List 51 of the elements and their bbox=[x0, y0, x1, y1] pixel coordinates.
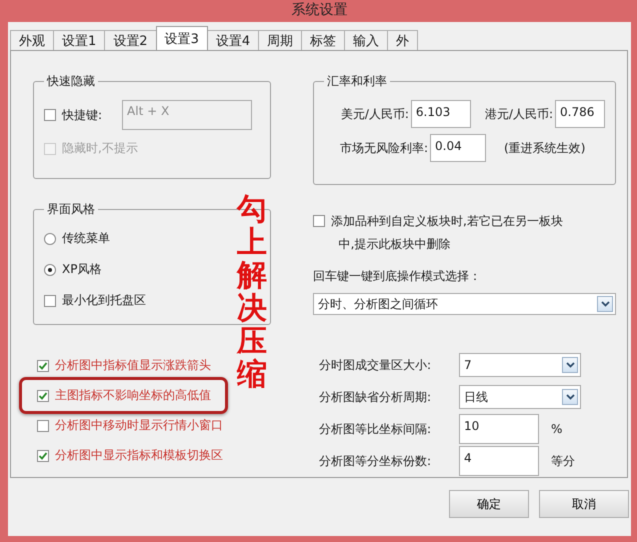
checkbox[interactable] bbox=[37, 420, 49, 432]
checkbox[interactable] bbox=[44, 294, 56, 306]
checkbox[interactable] bbox=[44, 109, 56, 121]
tab[interactable]: 周期 bbox=[258, 30, 302, 50]
checkbox-label: 最小化到托盘区 bbox=[62, 292, 146, 309]
annotation-text: 勾上解决压缩 bbox=[237, 193, 267, 391]
group-title: 汇率和利率 bbox=[326, 73, 388, 90]
checkbox-label: 主图指标不影响坐标的高低值 bbox=[55, 387, 211, 404]
radio-label: XP风格 bbox=[62, 261, 102, 278]
checkbox-label: 隐藏时,不提示 bbox=[62, 140, 138, 157]
checkbox-label: 快捷键: bbox=[62, 106, 102, 124]
checkbox-label: 添加品种到自定义板块时,若它已在另一板块 中,提示此板块中删除 bbox=[331, 213, 563, 253]
tab[interactable]: 标签 bbox=[301, 30, 346, 50]
group-title: 快速隐藏 bbox=[46, 73, 96, 90]
field-label: 分析图等分坐标份数: bbox=[319, 452, 432, 470]
tab[interactable]: 外 bbox=[387, 30, 418, 50]
tab[interactable]: 输入 bbox=[344, 30, 388, 50]
field-label: 分时图成交量区大小: bbox=[319, 356, 432, 374]
field-label: 回车键一键到底操作模式选择： bbox=[313, 268, 482, 285]
checkbox[interactable] bbox=[313, 215, 325, 227]
input-field[interactable]: 0.786 bbox=[555, 100, 605, 128]
field-label: 分析图等比坐标间隔: bbox=[319, 420, 432, 438]
field-label: 分析图缺省分析周期: bbox=[319, 388, 432, 406]
ok-button[interactable]: 确定 bbox=[449, 490, 529, 518]
radio-label: 传统菜单 bbox=[62, 230, 110, 247]
note-text: (重进系统生效) bbox=[504, 140, 586, 156]
input-field[interactable]: 4 bbox=[459, 446, 539, 476]
checkbox[interactable] bbox=[37, 360, 49, 372]
tab[interactable]: 外观 bbox=[10, 30, 54, 50]
dropdown[interactable]: 日线 bbox=[459, 385, 581, 409]
checkbox[interactable] bbox=[37, 450, 49, 462]
radio-button[interactable] bbox=[44, 264, 56, 276]
mode-dropdown[interactable]: 分时、分析图之间循环 bbox=[313, 293, 616, 315]
radio-button[interactable] bbox=[44, 232, 56, 244]
checkbox-label: 分析图中显示指标和模板切换区 bbox=[55, 447, 223, 464]
input-field[interactable]: 6.103 bbox=[410, 100, 471, 128]
checkbox-label: 分析图中指标值显示涨跌箭头 bbox=[55, 357, 211, 374]
unit-label: 等分 bbox=[551, 452, 575, 470]
group-title: 界面风格 bbox=[46, 201, 96, 218]
cancel-button[interactable]: 取消 bbox=[539, 490, 629, 518]
input-field[interactable]: 10 bbox=[459, 414, 539, 444]
field-label: 美元/人民币: bbox=[340, 106, 409, 122]
input-field[interactable]: 0.04 bbox=[430, 134, 486, 162]
tab[interactable]: 设置3 bbox=[156, 26, 208, 50]
dropdown[interactable]: 7 bbox=[459, 353, 581, 377]
checkbox[interactable] bbox=[37, 390, 49, 402]
unit-label: % bbox=[551, 422, 562, 436]
field-label: 港元/人民币: bbox=[484, 106, 553, 122]
field-label: 市场无风险利率: bbox=[340, 140, 428, 156]
window-title: 系统设置 bbox=[292, 2, 348, 18]
checkbox-label: 分析图中移动时显示行情小窗口 bbox=[55, 417, 223, 434]
